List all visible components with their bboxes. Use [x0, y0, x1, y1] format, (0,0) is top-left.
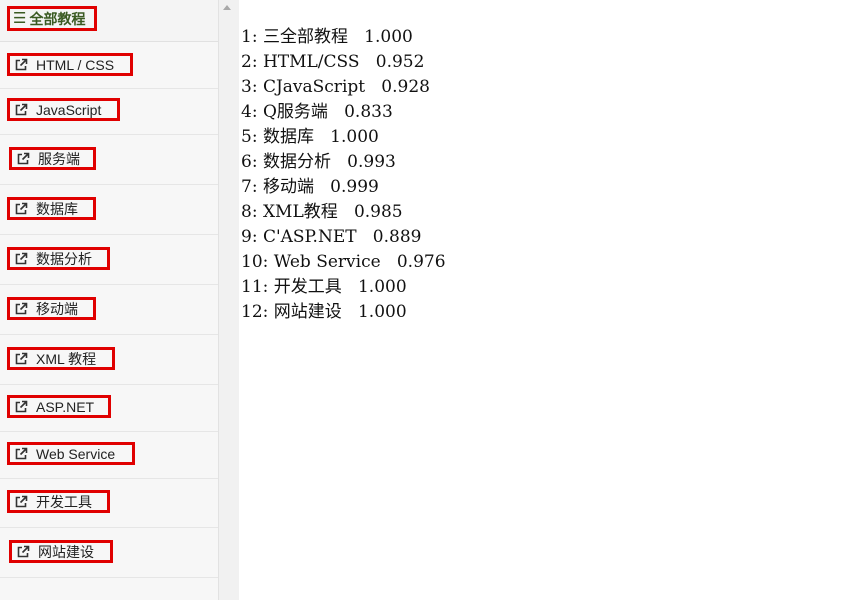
sidebar-item-label: 数据分析	[36, 250, 92, 267]
sidebar-item-label: 数据库	[36, 200, 78, 217]
external-link-icon	[17, 152, 30, 164]
output-line: 6: 数据分析 0.993	[241, 152, 396, 172]
sidebar-item-label: Web Service	[36, 445, 116, 462]
output-line: 5: 数据库 1.000	[241, 127, 379, 147]
sidebar-item-box[interactable]: 服务端	[9, 147, 96, 170]
sidebar-item-box[interactable]: XML 教程	[7, 347, 115, 370]
sidebar-item-box[interactable]: ASP.NET	[7, 395, 111, 418]
sidebar: ☰ 全部教程 HTML / CSS JavaScript 服务端 数据库 数据分…	[0, 0, 219, 600]
sidebar-item-label: XML 教程	[36, 350, 97, 367]
all-tutorials-heading[interactable]: ☰ 全部教程	[7, 6, 97, 31]
sidebar-item-label: 服务端	[38, 150, 80, 167]
sidebar-item-box[interactable]: 数据库	[7, 197, 96, 220]
external-link-icon	[17, 545, 30, 557]
sidebar-item-web-service[interactable]: Web Service	[0, 432, 218, 479]
external-link-icon	[15, 495, 28, 507]
sidebar-item-box[interactable]: 开发工具	[7, 490, 110, 513]
external-link-icon	[15, 58, 28, 70]
sidebar-header: ☰ 全部教程	[0, 0, 218, 42]
sidebar-item-label: 移动端	[36, 300, 78, 317]
sidebar-item-web-building[interactable]: 网站建设	[0, 528, 218, 578]
sidebar-item-label: HTML / CSS	[36, 56, 115, 73]
sidebar-item-box[interactable]: Web Service	[7, 442, 135, 465]
external-link-icon	[15, 202, 28, 214]
external-link-icon	[15, 302, 28, 314]
output-line: 11: 开发工具 1.000	[241, 277, 407, 297]
sidebar-item-data-analysis[interactable]: 数据分析	[0, 235, 218, 285]
scroll-up-arrow-icon[interactable]	[223, 5, 231, 10]
sidebar-item-dev-tools[interactable]: 开发工具	[0, 479, 218, 528]
sidebar-item-server[interactable]: 服务端	[0, 135, 218, 185]
sidebar-item-box[interactable]: JavaScript	[7, 98, 120, 121]
sidebar-item-box[interactable]: HTML / CSS	[7, 53, 133, 76]
external-link-icon	[15, 352, 28, 364]
sidebar-item-mobile[interactable]: 移动端	[0, 285, 218, 335]
output-line: 10: Web Service 0.976	[241, 252, 446, 272]
sidebar-item-label: 网站建设	[38, 543, 94, 560]
output-line: 2: HTML/CSS 0.952	[241, 52, 425, 72]
sidebar-item-box[interactable]: 移动端	[7, 297, 96, 320]
output-line: 7: 移动端 0.999	[241, 177, 379, 197]
external-link-icon	[15, 252, 28, 264]
list-icon: ☰	[13, 9, 27, 27]
sidebar-item-database[interactable]: 数据库	[0, 185, 218, 235]
sidebar-scrollbar[interactable]	[219, 0, 239, 600]
external-link-icon	[15, 400, 28, 412]
sidebar-item-box[interactable]: 数据分析	[7, 247, 110, 270]
output-line: 1: 三全部教程 1.000	[241, 27, 413, 47]
output-panel: 1: 三全部教程 1.000 2: HTML/CSS 0.952 3: CJavaS…	[241, 25, 446, 325]
external-link-icon	[15, 447, 28, 459]
external-link-icon	[15, 103, 28, 115]
output-line: 12: 网站建设 1.000	[241, 302, 407, 322]
sidebar-item-box[interactable]: 网站建设	[9, 540, 113, 563]
sidebar-item-label: 开发工具	[36, 493, 92, 510]
output-line: 4: Q服务端 0.833	[241, 102, 393, 122]
output-line: 9: C'ASP.NET 0.889	[241, 227, 422, 247]
sidebar-item-label: JavaScript	[36, 101, 102, 118]
output-line: 3: CJavaScript 0.928	[241, 77, 430, 97]
all-tutorials-label: 全部教程	[29, 11, 86, 28]
sidebar-item-html-css[interactable]: HTML / CSS	[0, 42, 218, 89]
output-line: 8: XML教程 0.985	[241, 202, 403, 222]
sidebar-item-xml[interactable]: XML 教程	[0, 335, 218, 385]
sidebar-item-label: ASP.NET	[36, 398, 95, 415]
sidebar-item-aspnet[interactable]: ASP.NET	[0, 385, 218, 432]
sidebar-item-javascript[interactable]: JavaScript	[0, 89, 218, 135]
